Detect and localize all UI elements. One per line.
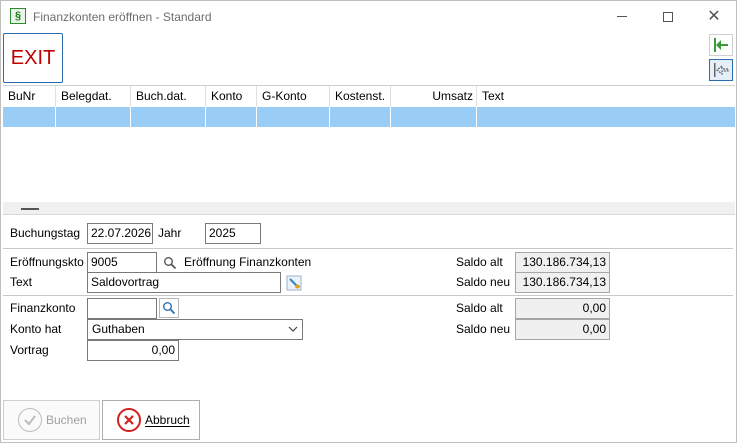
app-icon: § bbox=[10, 8, 26, 24]
table-cell bbox=[206, 107, 257, 127]
dialog-window: § Finanzkonten eröffnen - Standard ✕ EXI… bbox=[0, 0, 737, 443]
maximize-button[interactable] bbox=[645, 1, 691, 32]
table-cell bbox=[56, 107, 131, 127]
saldo-alt-label: Saldo alt bbox=[456, 255, 503, 269]
divider bbox=[3, 248, 733, 249]
search-icon bbox=[163, 302, 176, 315]
close-button[interactable]: ✕ bbox=[691, 1, 737, 32]
vortrag-label: Vortrag bbox=[10, 343, 49, 357]
splitter[interactable] bbox=[3, 202, 735, 215]
back-button[interactable] bbox=[709, 34, 733, 56]
column-header-konto[interactable]: Konto bbox=[206, 86, 257, 107]
table-row[interactable] bbox=[3, 107, 735, 127]
eroeffnungskto-field[interactable]: 9005 bbox=[87, 252, 157, 273]
close-icon: ✕ bbox=[707, 7, 721, 25]
fk-saldo-alt-label: Saldo alt bbox=[456, 301, 503, 315]
minimize-icon bbox=[617, 16, 627, 17]
saldo-alt-value: 130.186.734,13 bbox=[515, 252, 610, 273]
fk-saldo-neu-label: Saldo neu bbox=[456, 322, 511, 336]
jahr-field[interactable]: 2025 bbox=[205, 223, 261, 244]
finanzkonto-search-button[interactable] bbox=[159, 298, 179, 318]
konto-hat-selected: Guthaben bbox=[92, 322, 145, 336]
saldo-neu-value: 130.186.734,13 bbox=[515, 272, 610, 293]
search-icon bbox=[164, 257, 177, 270]
column-header-kostenst[interactable]: Kostenst. bbox=[330, 86, 391, 107]
bookings-grid[interactable]: BuNr Belegdat. Buch.dat. Konto G-Konto K… bbox=[3, 85, 735, 202]
exit-button[interactable]: EXIT bbox=[3, 33, 63, 83]
vortrag-field[interactable]: 0,00 bbox=[87, 340, 179, 361]
saldo-neu-label: Saldo neu bbox=[456, 275, 511, 289]
title-bar: § Finanzkonten eröffnen - Standard ✕ bbox=[1, 1, 736, 32]
minimize-button[interactable] bbox=[599, 1, 645, 32]
collapse-button[interactable] bbox=[709, 59, 733, 81]
finanzkonto-label: Finanzkonto bbox=[10, 301, 76, 315]
eroeffnungskto-search-button[interactable] bbox=[160, 253, 180, 273]
arrow-left-green-icon bbox=[714, 38, 728, 52]
konto-hat-label: Konto hat bbox=[10, 322, 62, 336]
konto-hat-select[interactable]: Guthaben bbox=[87, 319, 303, 340]
abbruch-label: Abbruch bbox=[145, 413, 190, 427]
column-header-belegdat[interactable]: Belegdat. bbox=[56, 86, 131, 107]
table-cell bbox=[391, 107, 477, 127]
abbruch-button[interactable]: Abbruch bbox=[102, 400, 200, 440]
buchen-button[interactable]: Buchen bbox=[3, 400, 100, 440]
grid-header: BuNr Belegdat. Buch.dat. Konto G-Konto K… bbox=[3, 86, 735, 107]
buchungstag-label: Buchungstag bbox=[10, 226, 81, 240]
column-header-umsatz[interactable]: Umsatz bbox=[391, 86, 477, 107]
column-header-bunr[interactable]: BuNr bbox=[3, 86, 56, 107]
table-cell bbox=[131, 107, 206, 127]
column-header-gkonto[interactable]: G-Konto bbox=[257, 86, 330, 107]
text-field[interactable]: Saldovortrag bbox=[87, 272, 281, 293]
splitter-grip bbox=[21, 208, 39, 210]
column-header-buchdat[interactable]: Buch.dat. bbox=[131, 86, 206, 107]
table-cell bbox=[257, 107, 330, 127]
maximize-icon bbox=[663, 11, 673, 22]
finanzkonto-field[interactable] bbox=[87, 298, 157, 319]
fk-saldo-neu-value: 0,00 bbox=[515, 319, 610, 340]
fk-saldo-alt-value: 0,00 bbox=[515, 298, 610, 319]
eroeffnungskto-label: Eröffnungskto bbox=[10, 255, 84, 269]
text-picker-button[interactable] bbox=[284, 273, 304, 293]
table-cell bbox=[330, 107, 391, 127]
buchungstag-field[interactable]: 22.07.2026 bbox=[87, 223, 153, 244]
eroeffnungskto-name: Eröffnung Finanzkonten bbox=[184, 255, 312, 269]
arrow-left-gray-icon bbox=[714, 63, 729, 77]
text-label: Text bbox=[10, 275, 33, 289]
column-header-text[interactable]: Text bbox=[477, 86, 735, 107]
divider bbox=[3, 295, 733, 296]
cancel-icon bbox=[117, 408, 141, 432]
table-cell bbox=[3, 107, 56, 127]
brush-icon bbox=[286, 275, 302, 291]
window-title: Finanzkonten eröffnen - Standard bbox=[33, 10, 212, 24]
jahr-label: Jahr bbox=[158, 226, 182, 240]
chevron-down-icon bbox=[288, 320, 298, 346]
checkmark-icon bbox=[18, 408, 42, 432]
buchen-label: Buchen bbox=[46, 413, 87, 427]
